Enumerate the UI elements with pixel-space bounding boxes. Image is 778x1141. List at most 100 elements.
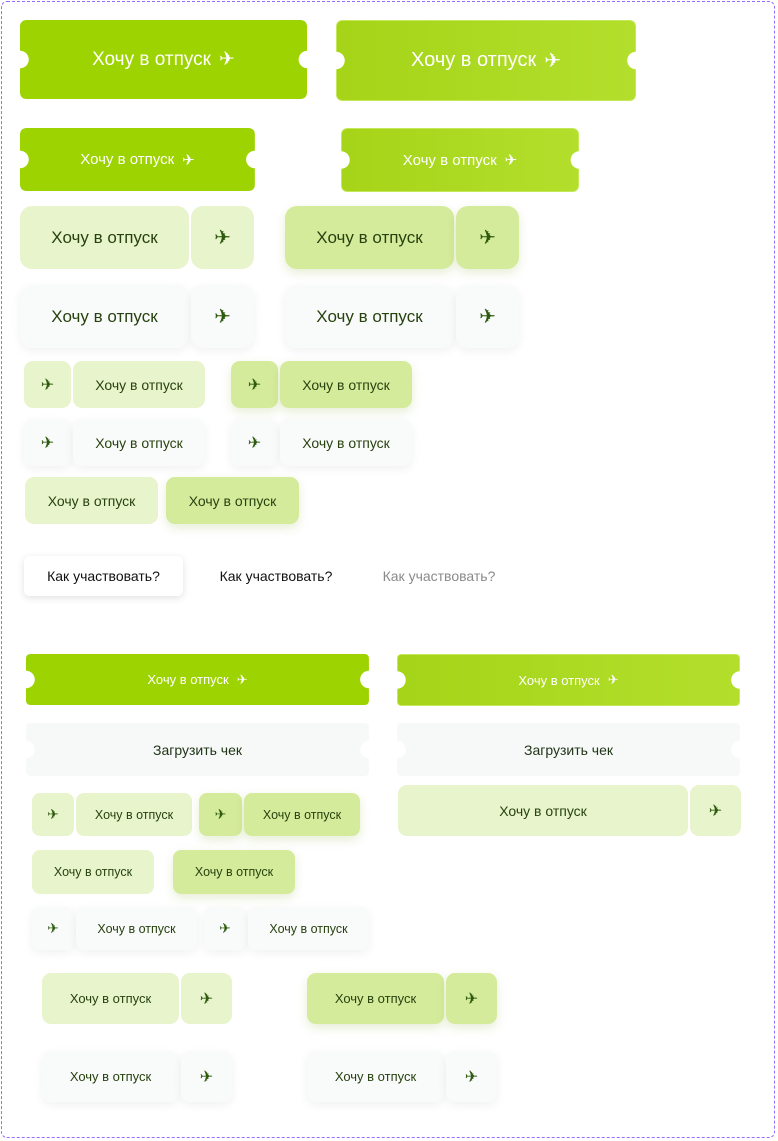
button-label: Хочу в отпуск bbox=[92, 48, 211, 70]
vacation-small-icon[interactable]: ✈ bbox=[32, 793, 74, 836]
airplane-icon: ✈ bbox=[504, 152, 518, 169]
vacation-split-button-icon-white-hover[interactable]: ✈ bbox=[456, 285, 519, 348]
vacation-icon-first-text-hover[interactable]: Хочу в отпуск bbox=[280, 361, 412, 408]
airplane-icon: ✈ bbox=[214, 306, 231, 328]
airplane-icon: ✈ bbox=[47, 806, 59, 822]
button-label: Хочу в отпуск bbox=[69, 1069, 152, 1084]
vacation-small-text-button-hover[interactable]: Хочу в отпуск bbox=[173, 850, 295, 894]
vacation-bottom-split-icon[interactable]: ✈ bbox=[181, 973, 232, 1024]
button-label: Хочу в отпуск bbox=[411, 49, 537, 71]
vacation-small-icon-hover[interactable]: ✈ bbox=[199, 793, 242, 836]
button-label: Хочу в отпуск bbox=[402, 151, 497, 169]
airplane-icon: ✈ bbox=[199, 1068, 214, 1086]
airplane-icon: ✈ bbox=[708, 802, 723, 820]
button-label: Хочу в отпуск bbox=[51, 227, 158, 247]
button-label: Хочу в отпуск bbox=[53, 865, 133, 879]
button-label: Как участвовать? bbox=[382, 568, 496, 584]
airplane-icon: ✈ bbox=[464, 990, 479, 1008]
vacation-split-button-text-white-hover[interactable]: Хочу в отпуск bbox=[285, 285, 454, 348]
vacation-wide-split-text[interactable]: Хочу в отпуск bbox=[398, 785, 688, 836]
button-label: Хочу в отпуск bbox=[194, 865, 274, 879]
vacation-small-text-button[interactable]: Хочу в отпуск bbox=[32, 850, 154, 894]
vacation-small-text[interactable]: Хочу в отпуск bbox=[76, 793, 192, 836]
vacation-small-text-white[interactable]: Хочу в отпуск bbox=[76, 907, 197, 950]
button-label: Хочу в отпуск bbox=[269, 921, 348, 936]
upload-receipt-button-hover[interactable]: Загрузить чек bbox=[397, 723, 740, 776]
vacation-split-button-text-hover[interactable]: Хочу в отпуск bbox=[285, 206, 454, 269]
button-label: Хочу в отпуск bbox=[334, 1069, 417, 1084]
button-label: Хочу в отпуск bbox=[302, 434, 390, 451]
button-label: Хочу в отпуск bbox=[499, 802, 587, 819]
vacation-icon-first-icon-hover[interactable]: ✈ bbox=[231, 361, 278, 408]
button-label: Хочу в отпуск bbox=[316, 306, 423, 326]
vacation-text-button[interactable]: Хочу в отпуск bbox=[25, 477, 158, 524]
vacation-split-button-icon-hover[interactable]: ✈ bbox=[456, 206, 519, 269]
vacation-ticket-button-wide-hover[interactable]: Хочу в отпуск ✈ bbox=[397, 654, 740, 706]
vacation-icon-first-icon-white-hover[interactable]: ✈ bbox=[231, 419, 278, 466]
button-label: Хочу в отпуск bbox=[94, 807, 174, 822]
airplane-icon: ✈ bbox=[464, 1068, 479, 1086]
airplane-icon: ✈ bbox=[247, 434, 262, 452]
how-to-participate-link-muted[interactable]: Как участвовать? bbox=[364, 556, 514, 596]
airplane-icon: ✈ bbox=[247, 376, 262, 394]
how-to-participate-link[interactable]: Как участвовать? bbox=[201, 556, 351, 596]
airplane-icon: ✈ bbox=[47, 920, 59, 936]
button-label: Как участвовать? bbox=[47, 568, 160, 584]
vacation-split-button-icon-white[interactable]: ✈ bbox=[191, 285, 254, 348]
vacation-small-icon-white-hover[interactable]: ✈ bbox=[204, 907, 246, 950]
airplane-icon: ✈ bbox=[607, 672, 619, 687]
button-label: Хочу в отпуск bbox=[316, 227, 423, 247]
how-to-participate-button[interactable]: Как участвовать? bbox=[24, 556, 183, 596]
button-label: Хочу в отпуск bbox=[51, 306, 158, 326]
airplane-icon: ✈ bbox=[219, 920, 231, 936]
vacation-split-button-icon[interactable]: ✈ bbox=[191, 206, 254, 269]
airplane-icon: ✈ bbox=[199, 990, 214, 1008]
button-label: Хочу в отпуск bbox=[69, 991, 152, 1006]
vacation-bottom-split-icon-white[interactable]: ✈ bbox=[181, 1051, 232, 1102]
airplane-icon: ✈ bbox=[182, 151, 195, 169]
button-label: Хочу в отпуск bbox=[97, 921, 176, 936]
vacation-split-button-text[interactable]: Хочу в отпуск bbox=[20, 206, 189, 269]
vacation-bottom-split-icon-white-hover[interactable]: ✈ bbox=[446, 1051, 497, 1102]
vacation-ticket-button-wide[interactable]: Хочу в отпуск ✈ bbox=[26, 654, 369, 705]
vacation-icon-first-icon-white[interactable]: ✈ bbox=[24, 419, 71, 466]
button-label: Загрузить чек bbox=[152, 741, 243, 758]
button-label: Хочу в отпуск bbox=[95, 434, 183, 451]
airplane-icon: ✈ bbox=[544, 50, 561, 72]
upload-receipt-button[interactable]: Загрузить чек bbox=[26, 723, 369, 776]
vacation-bottom-split-icon-hover[interactable]: ✈ bbox=[446, 973, 497, 1024]
vacation-wide-split-icon[interactable]: ✈ bbox=[690, 785, 741, 836]
vacation-ticket-button-medium[interactable]: Хочу в отпуск ✈ bbox=[20, 128, 255, 191]
vacation-ticket-button-large[interactable]: Хочу в отпуск ✈ bbox=[20, 20, 307, 99]
button-label: Хочу в отпуск bbox=[262, 807, 342, 822]
vacation-bottom-split-text[interactable]: Хочу в отпуск bbox=[42, 973, 179, 1024]
vacation-bottom-split-text-white[interactable]: Хочу в отпуск bbox=[42, 1051, 179, 1102]
airplane-icon: ✈ bbox=[40, 434, 55, 452]
vacation-small-text-hover[interactable]: Хочу в отпуск bbox=[244, 793, 360, 836]
button-label: Загрузить чек bbox=[523, 741, 614, 758]
vacation-small-text-white-hover[interactable]: Хочу в отпуск bbox=[248, 907, 369, 950]
button-label: Хочу в отпуск bbox=[334, 991, 417, 1006]
vacation-icon-first-text-white-hover[interactable]: Хочу в отпуск bbox=[280, 419, 412, 466]
vacation-icon-first-icon[interactable]: ✈ bbox=[24, 361, 71, 408]
vacation-bottom-split-text-hover[interactable]: Хочу в отпуск bbox=[307, 973, 444, 1024]
vacation-bottom-split-text-white-hover[interactable]: Хочу в отпуск bbox=[307, 1051, 444, 1102]
button-label: Хочу в отпуск bbox=[47, 492, 136, 509]
vacation-icon-first-text[interactable]: Хочу в отпуск bbox=[73, 361, 205, 408]
vacation-small-icon-white[interactable]: ✈ bbox=[32, 907, 74, 950]
button-label: Как участвовать? bbox=[219, 568, 333, 584]
button-label: Хочу в отпуск bbox=[518, 672, 600, 688]
airplane-icon: ✈ bbox=[236, 671, 248, 687]
vacation-icon-first-text-white[interactable]: Хочу в отпуск bbox=[73, 419, 205, 466]
vacation-split-button-text-white[interactable]: Хочу в отпуск bbox=[20, 285, 189, 348]
button-label: Хочу в отпуск bbox=[147, 672, 229, 687]
vacation-ticket-button-large-hover[interactable]: Хочу в отпуск ✈ bbox=[336, 20, 636, 101]
button-label: Хочу в отпуск bbox=[80, 151, 175, 168]
vacation-text-button-hover[interactable]: Хочу в отпуск bbox=[166, 477, 299, 524]
airplane-icon: ✈ bbox=[40, 376, 55, 394]
vacation-ticket-button-medium-hover[interactable]: Хочу в отпуск ✈ bbox=[341, 128, 579, 192]
airplane-icon: ✈ bbox=[479, 227, 496, 249]
airplane-icon: ✈ bbox=[479, 306, 496, 328]
button-label: Хочу в отпуск bbox=[302, 376, 390, 393]
airplane-icon: ✈ bbox=[214, 227, 231, 249]
